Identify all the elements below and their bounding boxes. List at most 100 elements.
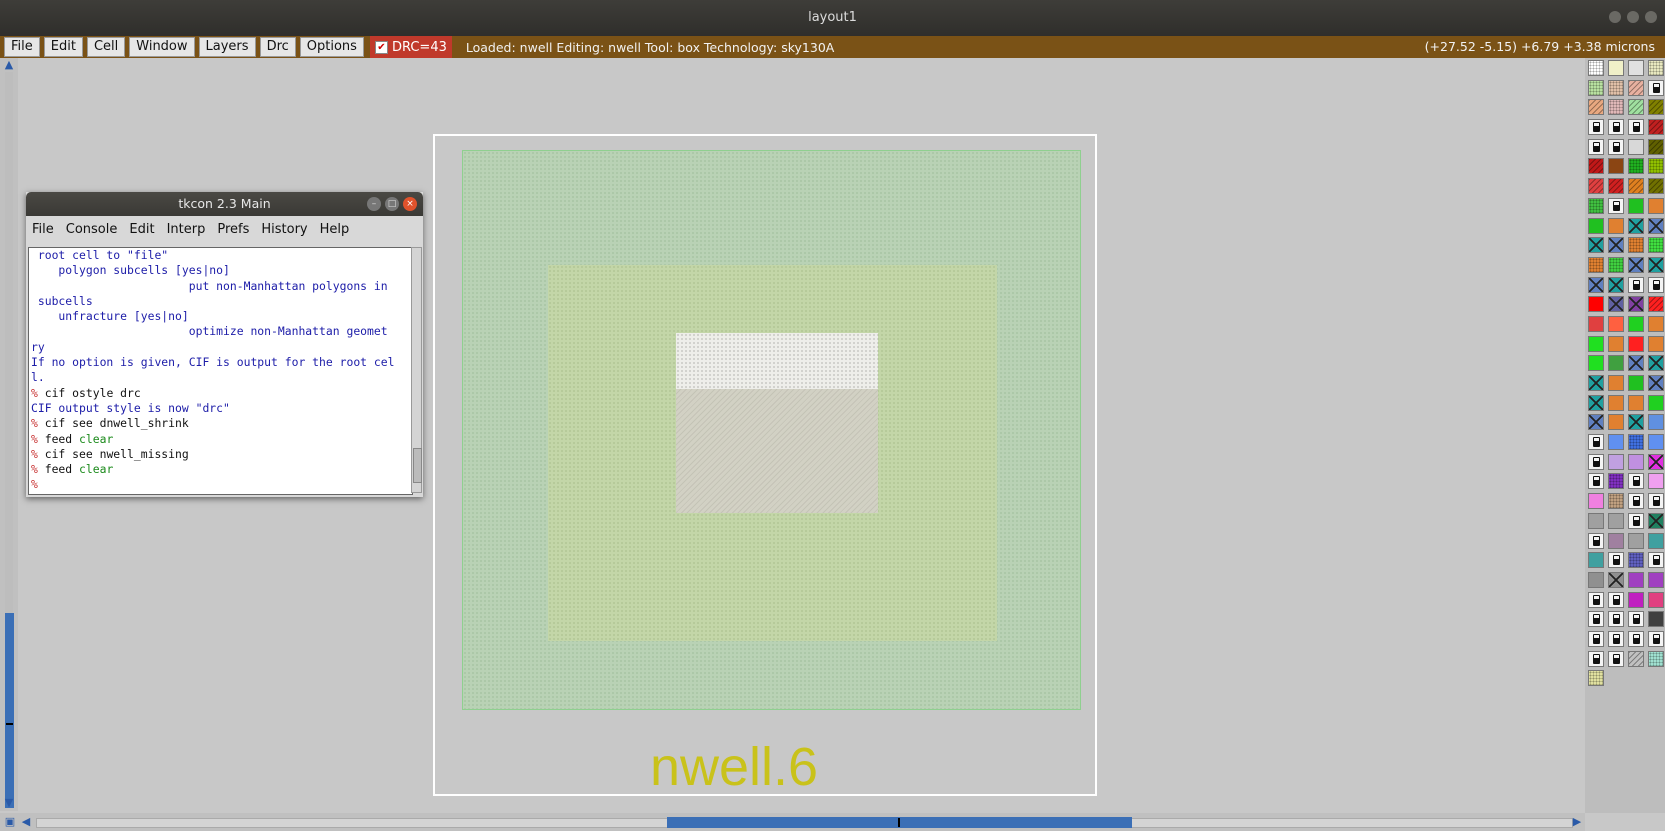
layer-lock-icon[interactable]: [1588, 611, 1604, 628]
layer-swatch[interactable]: [1588, 552, 1604, 569]
tkcon-minimize-icon[interactable]: –: [367, 197, 381, 211]
tkcon-menu-console[interactable]: Console: [60, 222, 124, 237]
menu-window[interactable]: Window: [129, 37, 195, 57]
minimize-icon[interactable]: [1609, 11, 1621, 23]
layer-swatch[interactable]: [1588, 394, 1604, 411]
layer-swatch[interactable]: [1628, 591, 1644, 608]
layer-lock-icon[interactable]: [1608, 591, 1624, 608]
layer-swatch[interactable]: [1608, 532, 1624, 549]
layer-lock-icon[interactable]: [1608, 650, 1624, 667]
layer-lock-icon[interactable]: [1648, 276, 1664, 293]
layer-swatch[interactable]: [1628, 178, 1644, 195]
menu-file[interactable]: File: [4, 37, 40, 57]
menu-layers[interactable]: Layers: [198, 37, 256, 57]
layer-swatch[interactable]: [1608, 394, 1624, 411]
layer-swatch[interactable]: [1648, 434, 1664, 451]
layer-swatch[interactable]: [1588, 670, 1604, 687]
layer-lock-icon[interactable]: [1608, 138, 1624, 155]
layer-swatch[interactable]: [1648, 237, 1664, 254]
layer-swatch[interactable]: [1648, 591, 1664, 608]
layer-lock-icon[interactable]: [1628, 119, 1644, 136]
layer-swatch[interactable]: [1608, 414, 1624, 431]
layer-swatch[interactable]: [1628, 375, 1644, 391]
layer-swatch[interactable]: [1628, 571, 1644, 588]
layer-swatch[interactable]: [1588, 99, 1604, 116]
layer-swatch[interactable]: [1588, 571, 1604, 588]
layer-swatch[interactable]: [1588, 256, 1604, 273]
layer-lock-icon[interactable]: [1588, 650, 1604, 667]
layer-swatch[interactable]: [1628, 197, 1644, 214]
layer-swatch[interactable]: [1648, 296, 1664, 313]
layer-swatch[interactable]: [1588, 237, 1604, 254]
layer-swatch[interactable]: [1608, 296, 1624, 313]
vertical-scroll-thumb[interactable]: [5, 613, 14, 808]
layer-swatch[interactable]: [1628, 99, 1644, 116]
layer-swatch[interactable]: [1628, 414, 1644, 431]
layer-lock-icon[interactable]: [1628, 276, 1644, 293]
layer-swatch[interactable]: [1608, 512, 1624, 529]
layer-swatch[interactable]: [1648, 256, 1664, 273]
scroll-up-icon[interactable]: ▲: [3, 59, 15, 71]
layer-swatch[interactable]: [1648, 611, 1664, 628]
layer-lock-icon[interactable]: [1648, 630, 1664, 647]
layer-swatch[interactable]: [1628, 532, 1644, 549]
layer-swatch[interactable]: [1608, 79, 1624, 96]
layer-swatch[interactable]: [1608, 158, 1624, 175]
layer-swatch[interactable]: [1648, 473, 1664, 490]
layer-swatch[interactable]: [1608, 237, 1624, 254]
layer-swatch[interactable]: [1588, 375, 1604, 391]
tkcon-title-bar[interactable]: tkcon 2.3 Main – □ ×: [26, 192, 423, 216]
tkcon-scroll-thumb[interactable]: [413, 448, 422, 483]
menu-edit[interactable]: Edit: [43, 37, 83, 57]
layer-lock-icon[interactable]: [1588, 119, 1604, 136]
tkcon-menu-prefs[interactable]: Prefs: [211, 222, 255, 237]
layer-lock-icon[interactable]: [1608, 611, 1624, 628]
layer-swatch[interactable]: [1628, 158, 1644, 175]
layer-lock-icon[interactable]: [1588, 453, 1604, 470]
tkcon-maximize-icon[interactable]: □: [385, 197, 399, 211]
menu-cell[interactable]: Cell: [86, 37, 126, 57]
layer-swatch[interactable]: [1648, 99, 1664, 116]
zoom-box-icon[interactable]: ▣: [4, 816, 16, 828]
layer-swatch[interactable]: [1648, 197, 1664, 214]
layer-swatch[interactable]: [1648, 217, 1664, 234]
scroll-left-icon[interactable]: ◀: [20, 816, 32, 828]
layer-swatch[interactable]: [1608, 276, 1624, 293]
maximize-icon[interactable]: [1627, 11, 1639, 23]
tkcon-close-icon[interactable]: ×: [403, 197, 417, 211]
layer-swatch[interactable]: [1588, 512, 1604, 529]
tkcon-scrollbar[interactable]: [411, 247, 422, 493]
layer-swatch[interactable]: [1608, 335, 1624, 352]
layer-swatch[interactable]: [1648, 158, 1664, 175]
layer-lock-icon[interactable]: [1628, 630, 1644, 647]
layer-swatch[interactable]: [1588, 414, 1604, 431]
scroll-down-icon[interactable]: ▼: [3, 797, 15, 809]
layer-lock-icon[interactable]: [1608, 630, 1624, 647]
layer-swatch[interactable]: [1588, 493, 1604, 510]
layer-swatch[interactable]: [1648, 650, 1664, 667]
dnwell-region[interactable]: [676, 333, 878, 389]
layer-lock-icon[interactable]: [1628, 493, 1644, 510]
layer-swatch[interactable]: [1628, 79, 1644, 96]
layer-lock-icon[interactable]: [1628, 473, 1644, 490]
layer-swatch[interactable]: [1588, 355, 1604, 372]
layer-swatch[interactable]: [1648, 178, 1664, 195]
layer-swatch[interactable]: [1648, 532, 1664, 549]
layer-swatch[interactable]: [1628, 256, 1644, 273]
drc-checkbox-icon[interactable]: ✔: [374, 40, 388, 54]
layer-swatch[interactable]: [1628, 138, 1644, 155]
layer-swatch[interactable]: [1648, 119, 1664, 136]
layer-swatch[interactable]: [1648, 355, 1664, 372]
layer-swatch[interactable]: [1608, 434, 1624, 451]
menu-drc[interactable]: Drc: [259, 37, 296, 57]
layer-swatch[interactable]: [1628, 650, 1644, 667]
layer-lock-icon[interactable]: [1608, 119, 1624, 136]
layer-swatch[interactable]: [1648, 394, 1664, 411]
layer-swatch[interactable]: [1648, 138, 1664, 155]
layer-swatch[interactable]: [1588, 276, 1604, 293]
layer-swatch[interactable]: [1648, 414, 1664, 431]
layer-swatch[interactable]: [1608, 473, 1624, 490]
layer-swatch[interactable]: [1648, 335, 1664, 352]
layer-swatch[interactable]: [1628, 296, 1644, 313]
layer-swatch[interactable]: [1588, 60, 1604, 76]
